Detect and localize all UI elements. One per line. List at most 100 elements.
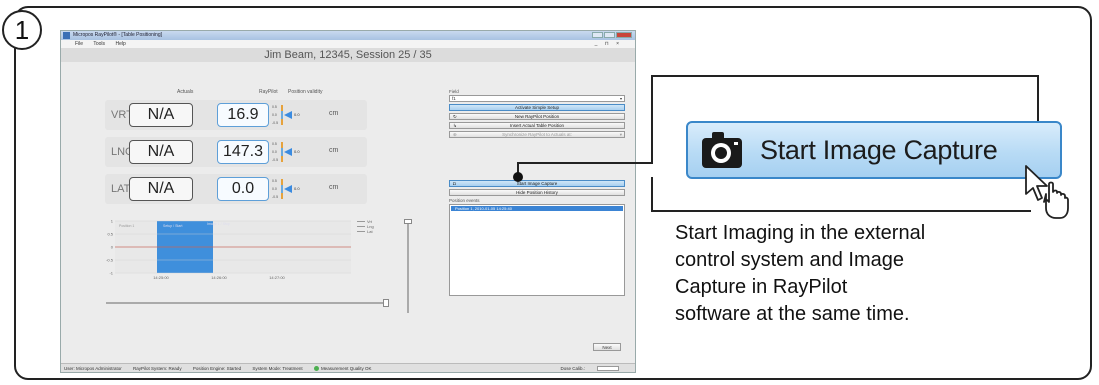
dose-calib-label: Dose Calib.:: [560, 366, 585, 371]
time-slider[interactable]: [106, 299, 389, 307]
check-ok-icon: [313, 366, 319, 372]
raypilot-value: 0.0: [217, 177, 269, 201]
camera-icon: ◘: [453, 181, 456, 186]
position-row-lat: LAT N/A 0.0 0.5 0.0 -0.5 0.0 cm: [105, 174, 367, 204]
app-logo-icon: [63, 32, 70, 39]
validity-gauge: 0.5 0.0 -0.5 0.0: [272, 140, 302, 164]
camera-icon: [702, 132, 742, 168]
callout-leader-h: [517, 162, 653, 164]
dose-calib: Dose Calib.:: [560, 364, 619, 372]
new-raypilot-position-button[interactable]: ↻ New RayPilot Position: [449, 113, 625, 120]
chart-annotation: Position 1: [119, 224, 134, 228]
synchronize-label: Synchronize RayPilot to Actuals at:: [502, 132, 572, 137]
instruction-line-1: Start Imaging in the external: [675, 222, 926, 244]
insert-actual-table-position-button[interactable]: ↳ Insert Actual Table Position: [449, 122, 625, 129]
instruction-line-2: control system and Image: [675, 249, 904, 271]
sync-icon: ⊕: [453, 132, 457, 137]
position-row-lng: LNG N/A 147.3 0.5 0.0 -0.5 0.0 cm: [105, 137, 367, 167]
zoom-slider-knob[interactable]: [404, 219, 412, 224]
mdi-controls[interactable]: _ ⊓ ×: [595, 40, 622, 48]
next-button[interactable]: Next: [593, 343, 621, 351]
dose-calib-field: [597, 366, 619, 372]
menu-tools[interactable]: Tools: [93, 41, 105, 47]
hand-cursor-icon: [1025, 165, 1069, 219]
chevron-down-icon: ▾: [619, 132, 622, 137]
refresh-icon: ↻: [453, 114, 457, 119]
list-item[interactable]: Position 1, 2010-01-05 14:25:40: [451, 206, 623, 211]
close-icon[interactable]: [616, 32, 632, 38]
status-user: User: Micropos Administrator: [64, 366, 122, 371]
maximize-icon[interactable]: [604, 32, 615, 38]
minimize-icon[interactable]: [592, 32, 603, 38]
instruction-line-4: software at the same time.: [675, 303, 910, 325]
raypilot-column-header: RayPilot: [259, 89, 278, 95]
status-engine: Position Engine: Started: [192, 366, 242, 371]
insert-actual-label: Insert Actual Table Position: [510, 123, 564, 128]
unit-label: cm: [329, 184, 339, 191]
chart-x-tick: 14:25:00: [153, 275, 169, 280]
axis-label: LAT: [111, 183, 131, 195]
validity-gauge: 0.5 0.0 -0.5 0.0: [272, 177, 302, 201]
start-image-capture-zoomed-button[interactable]: Start Image Capture: [686, 121, 1062, 179]
chart-y-tick: -0.5: [106, 258, 114, 263]
gauge-zero: 0.0: [294, 149, 300, 154]
position-row-vrt: VRT N/A 16.9 0.5 0.0 -0.5 0.0 cm: [105, 100, 367, 130]
synchronize-button[interactable]: ⊕ Synchronize RayPilot to Actuals at: ▾: [449, 131, 625, 138]
insert-icon: ↳: [453, 123, 457, 128]
field-select-value: f1: [452, 96, 456, 101]
hide-position-history-button[interactable]: Hide Position History: [449, 189, 625, 196]
chart-x-tick: 14:26:00: [211, 275, 227, 280]
actuals-column-header: Actuals: [177, 89, 194, 95]
new-raypilot-position-label: New RayPilot Position: [514, 114, 560, 119]
raypilot-screenshot: Micropos RayPilot® - [Table Positioning]…: [60, 30, 636, 373]
callout-bracket-right: [1037, 75, 1039, 123]
status-bar: User: Micropos Administrator RayPilot Sy…: [61, 363, 635, 372]
chart-legend: Vrt Lng Lat: [357, 219, 374, 234]
gauge-bot: -0.5: [272, 195, 279, 199]
window-title: Micropos RayPilot® - [Table Positioning]: [73, 32, 162, 38]
zoom-slider[interactable]: [404, 219, 412, 313]
field-select[interactable]: f1 ▾: [449, 95, 625, 102]
gauge-bar: [281, 105, 283, 125]
actual-value: N/A: [129, 140, 193, 164]
chart-x-tick: 14:27:00: [269, 275, 285, 280]
raypilot-value: 16.9: [217, 103, 269, 127]
chart-y-tick: 0.5: [107, 232, 113, 237]
unit-label: cm: [329, 110, 339, 117]
start-image-capture-button[interactable]: ◘ Start Image Capture: [449, 180, 625, 187]
callout-bracket-top: [651, 75, 1039, 77]
raypilot-value: 147.3: [217, 140, 269, 164]
menu-bar: File Tools Help _ ⊓ ×: [61, 40, 635, 48]
unit-label: cm: [329, 147, 339, 154]
actual-value: N/A: [129, 177, 193, 201]
status-quality: Measurement Quality OK: [320, 366, 372, 371]
position-events-list[interactable]: Position 1, 2010-01-05 14:25:40: [449, 204, 625, 296]
gauge-top: 0.5: [272, 179, 277, 183]
gauge-arrow-icon: [284, 111, 292, 119]
activate-simple-setup-button[interactable]: Activate Simple Setup: [449, 104, 625, 111]
validity-column-header: Position validity: [288, 89, 323, 95]
callout-bracket-left: [651, 75, 653, 163]
menu-file[interactable]: File: [75, 41, 83, 47]
chart-y-tick: 0: [111, 245, 114, 250]
step-number-badge: 1: [2, 10, 42, 50]
window-title-bar: Micropos RayPilot® - [Table Positioning]: [61, 31, 635, 40]
gauge-bar: [281, 142, 283, 162]
gauge-mid: 0.0: [272, 187, 277, 191]
menu-help[interactable]: Help: [115, 41, 125, 47]
time-slider-knob[interactable]: [383, 299, 389, 307]
instruction-text: Start Imaging in the external control sy…: [675, 220, 1035, 328]
chevron-down-icon: ▾: [619, 96, 622, 101]
panel-spacer: [449, 140, 625, 180]
status-mode: System Mode: Treatment: [252, 366, 303, 371]
actual-value: N/A: [129, 103, 193, 127]
field-label: Field: [449, 89, 459, 94]
status-system: RayPilot System: Ready: [133, 366, 182, 371]
gauge-arrow-icon: [284, 148, 292, 156]
position-events-label: Position events: [449, 198, 480, 203]
gauge-bar: [281, 179, 283, 199]
chart-y-tick: 1: [111, 219, 114, 224]
control-panel: Field f1 ▾ Activate Simple Setup ↻ New Ray…: [449, 89, 625, 296]
gauge-bot: -0.5: [272, 121, 279, 125]
start-image-capture-label: Start Image Capture: [516, 181, 558, 186]
